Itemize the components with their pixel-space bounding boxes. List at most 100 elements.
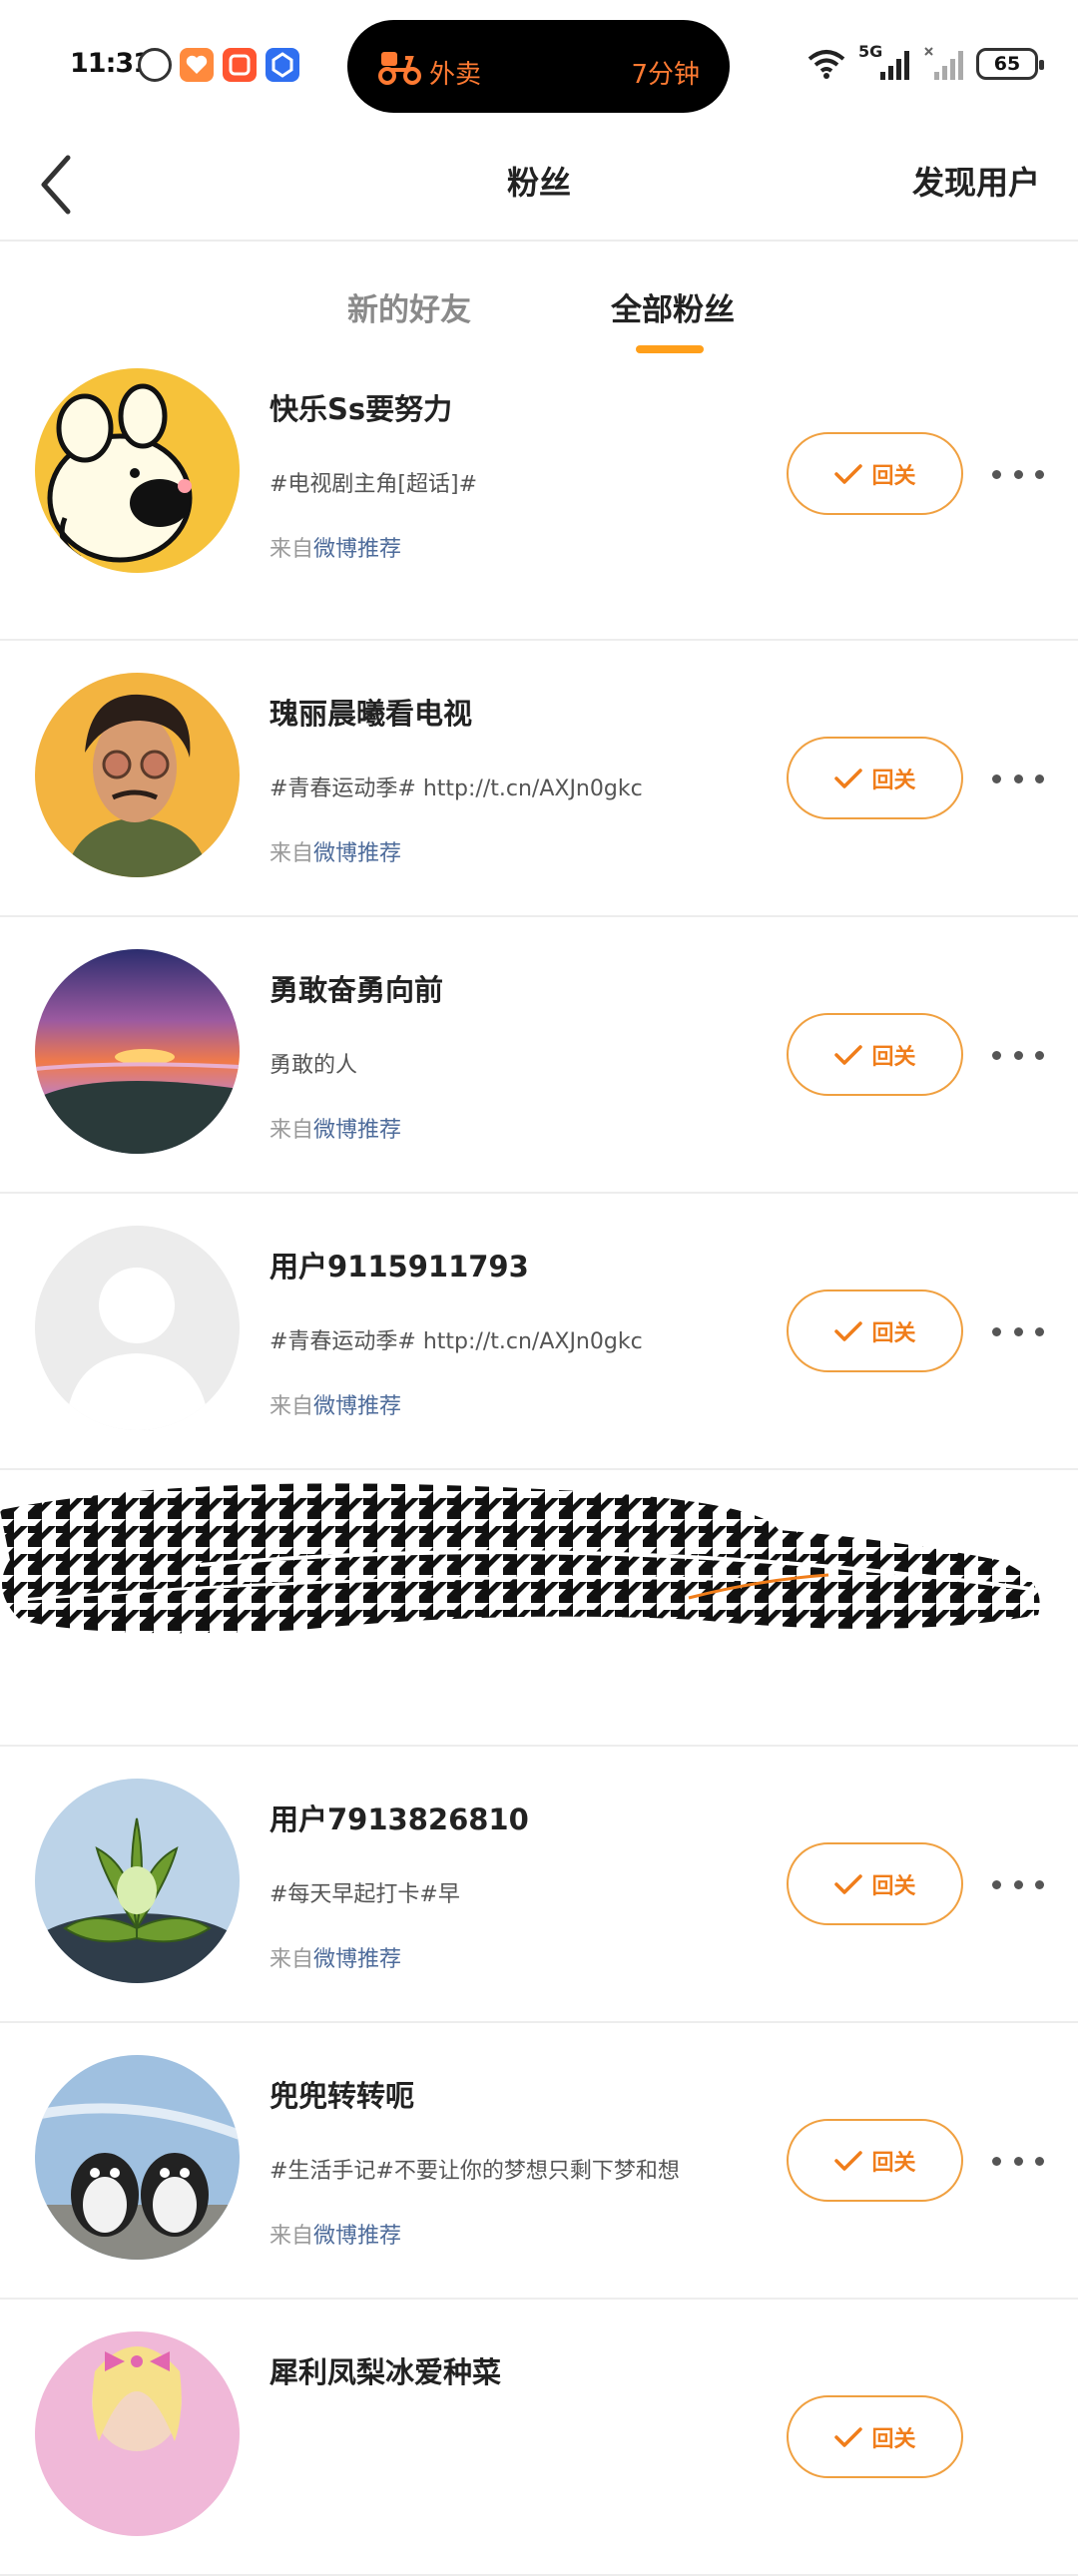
source-prefix: 来自 [270, 2224, 314, 2249]
fan-name[interactable]: 犀利凤梨冰爱种菜 [270, 2349, 501, 2391]
more-dot-icon [992, 2156, 1001, 2166]
fan-description: #每天早起打卡#早 [270, 1882, 460, 1907]
more-dot-icon [1013, 2156, 1023, 2166]
redacted-list-item [0, 1470, 1078, 1747]
avatar[interactable] [35, 1779, 240, 1983]
list-item[interactable]: 瑰丽晨曦看电视 #青春运动季# http://t.cn/AXJn0gkc 来自微… [0, 641, 1078, 917]
follow-back-button[interactable]: 回关 [787, 1013, 963, 1096]
fan-source: 来自微博推荐 [270, 1112, 401, 1144]
source-link[interactable]: 微博推荐 [313, 1118, 401, 1143]
source-prefix: 来自 [270, 1118, 314, 1143]
list-item[interactable]: 兜兜转转呃 #生活手记#不要让你的梦想只剩下梦和想 来自微博推荐 回关 [0, 2023, 1078, 2300]
source-link[interactable]: 微博推荐 [313, 1394, 401, 1419]
source-prefix: 来自 [270, 1394, 314, 1419]
follow-back-label: 回关 [871, 1320, 916, 1346]
nav-bar: 粉丝 发现用户 [0, 130, 1078, 240]
fan-source: 来自微博推荐 [270, 2218, 401, 2250]
data-saver-icon [138, 48, 172, 82]
status-bar: 11:31 外卖 7分钟 5G 65 [0, 0, 1078, 130]
source-link[interactable]: 微博推荐 [313, 537, 401, 562]
island-eta: 7分钟 [631, 60, 700, 90]
island-label: 外卖 [429, 60, 482, 90]
follow-back-button[interactable]: 回关 [787, 2395, 963, 2478]
more-options-button[interactable] [992, 1311, 1044, 1351]
follow-back-button[interactable]: 回关 [787, 1289, 963, 1372]
avatar[interactable] [35, 949, 240, 1154]
follow-back-label: 回关 [871, 1873, 916, 1899]
more-dot-icon [1013, 1879, 1023, 1889]
more-dot-icon [992, 1050, 1001, 1060]
more-dot-icon [992, 1326, 1001, 1336]
redaction-scribble [0, 1483, 1040, 1634]
discover-users-button[interactable]: 发现用户 [912, 158, 1040, 204]
check-icon [834, 1320, 863, 1341]
more-dot-icon [1013, 469, 1023, 479]
avatar[interactable] [35, 2331, 240, 2536]
more-dot-icon [1013, 773, 1023, 783]
source-link[interactable]: 微博推荐 [313, 841, 401, 866]
fan-source: 来自微博推荐 [270, 531, 401, 563]
dynamic-island-delivery[interactable]: 外卖 7分钟 [347, 20, 730, 113]
more-options-button[interactable] [992, 2141, 1044, 2181]
active-tab-indicator [636, 345, 704, 353]
more-options-button[interactable] [992, 454, 1044, 494]
cellular-no-service-icon [924, 47, 963, 80]
tab-all-fans[interactable]: 全部粉丝 [611, 284, 735, 329]
cellular-signal-icon: 5G [858, 42, 912, 82]
fan-description: 勇敢的人 [270, 1053, 358, 1078]
fan-name[interactable]: 用户7913826810 [270, 1797, 529, 1838]
follow-back-button[interactable]: 回关 [787, 1842, 963, 1925]
fan-name[interactable]: 勇敢奋勇向前 [270, 967, 443, 1009]
source-prefix: 来自 [270, 841, 314, 866]
more-options-button[interactable] [992, 1035, 1044, 1075]
battery-level: 65 [993, 53, 1021, 75]
tab-bar: 新的好友 全部粉丝 [0, 240, 1078, 364]
fan-source: 来自微博推荐 [270, 1941, 401, 1973]
fan-name[interactable]: 瑰丽晨曦看电视 [270, 691, 472, 733]
check-icon [834, 1873, 863, 1894]
wifi-icon [808, 50, 845, 79]
follow-back-button[interactable]: 回关 [787, 737, 963, 819]
status-indicators: 5G 65 [807, 42, 1044, 86]
more-options-button[interactable] [992, 1864, 1044, 1904]
check-icon [834, 768, 863, 788]
more-options-button[interactable] [992, 759, 1044, 798]
tab-new-friends[interactable]: 新的好友 [347, 284, 471, 329]
follow-back-button[interactable]: 回关 [787, 2119, 963, 2202]
fan-name[interactable]: 兜兜转转呃 [270, 2073, 414, 2115]
app-notification-icon [266, 48, 299, 82]
list-item[interactable]: 快乐Ss要努力 #电视剧主角[超话]# 来自微博推荐 回关 [0, 364, 1078, 641]
fan-description: #青春运动季# http://t.cn/AXJn0gkc [270, 776, 643, 801]
more-dot-icon [992, 773, 1001, 783]
avatar[interactable] [35, 1226, 240, 1430]
fan-name[interactable]: 用户9115911793 [270, 1244, 529, 1286]
list-item[interactable]: 用户9115911793 #青春运动季# http://t.cn/AXJn0gk… [0, 1194, 1078, 1470]
source-link[interactable]: 微博推荐 [313, 1947, 401, 1972]
app-notification-icon [223, 48, 257, 82]
avatar[interactable] [35, 2055, 240, 2260]
check-icon [834, 2150, 863, 2171]
follow-back-label: 回关 [871, 768, 916, 793]
fan-source: 来自微博推荐 [270, 1388, 401, 1420]
list-item[interactable]: 用户7913826810 #每天早起打卡#早 来自微博推荐 回关 [0, 1747, 1078, 2023]
more-dot-icon [1035, 2156, 1044, 2166]
follow-back-label: 回关 [871, 463, 916, 489]
more-dot-icon [1035, 1050, 1044, 1060]
avatar[interactable] [35, 673, 240, 877]
more-dot-icon [1035, 1879, 1044, 1889]
avatar[interactable] [35, 368, 240, 573]
fan-name[interactable]: 快乐Ss要努力 [270, 386, 452, 428]
more-dot-icon [1035, 469, 1044, 479]
more-dot-icon [992, 469, 1001, 479]
more-dot-icon [1035, 773, 1044, 783]
check-icon [834, 2426, 863, 2447]
follow-back-button[interactable]: 回关 [787, 432, 963, 515]
source-link[interactable]: 微博推荐 [313, 2224, 401, 2249]
list-item[interactable]: 勇敢奋勇向前 勇敢的人 来自微博推荐 回关 [0, 917, 1078, 1194]
fan-source: 来自微博推荐 [270, 835, 401, 867]
list-item[interactable]: 犀利凤梨冰爱种菜 回关 [0, 2300, 1078, 2576]
fan-description: #电视剧主角[超话]# [270, 472, 478, 497]
more-dot-icon [1035, 1326, 1044, 1336]
more-dot-icon [1013, 1050, 1023, 1060]
fan-list: 快乐Ss要努力 #电视剧主角[超话]# 来自微博推荐 回关 瑰丽晨曦看电视 #青… [0, 364, 1078, 2576]
